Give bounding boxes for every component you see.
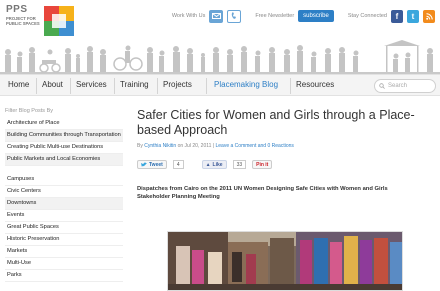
nav-divider	[290, 78, 291, 94]
sidebar-item-markets[interactable]: Markets	[5, 246, 123, 258]
byline-by: By	[137, 143, 143, 149]
like-label: Like	[212, 161, 223, 168]
logo-mark-icon	[44, 6, 74, 36]
site-header: PPS PROJECT FOR PUBLIC SPACES Work With …	[0, 0, 440, 74]
logo-subtitle: PROJECT FOR PUBLIC SPACES	[6, 16, 40, 26]
post-intro: Dispatches from Cairo on the 2011 UN Wom…	[137, 186, 388, 200]
sidebar-item-architecture-of-place[interactable]: Architecture of Place	[5, 118, 123, 130]
main-navigation: Home About Services Training Projects Pl…	[0, 74, 440, 96]
post-date: on Jul 20, 2011 |	[177, 143, 215, 149]
nav-placemaking-blog[interactable]: Placemaking Blog	[214, 80, 278, 89]
nav-services[interactable]: Services	[76, 80, 107, 89]
blog-post: Safer Cities for Women and Girls through…	[137, 108, 435, 291]
rss-icon[interactable]	[423, 9, 435, 23]
like-count: 33	[232, 160, 247, 169]
twitter-bird-icon	[141, 162, 147, 167]
work-with-us-label: Work With Us	[171, 13, 206, 19]
nav-training[interactable]: Training	[120, 80, 149, 89]
blog-filter-sidebar: Filter Blog Posts By Architecture of Pla…	[5, 108, 123, 282]
search-placeholder: Search	[388, 83, 408, 89]
subscribe-button[interactable]: subscribe	[298, 10, 334, 22]
nav-projects[interactable]: Projects	[163, 80, 192, 89]
sidebar-item-civic-centers[interactable]: Civic Centers	[5, 186, 123, 198]
tweet-button[interactable]: Tweet	[137, 160, 167, 169]
nav-divider	[36, 78, 37, 94]
sidebar-item-creating-public-destinations[interactable]: Creating Public Multi-use Destinations	[5, 142, 123, 154]
market-street-image	[168, 232, 402, 290]
twitter-icon[interactable]: t	[407, 9, 419, 23]
newsletter-label: Free Newsletter	[255, 13, 295, 19]
phone-icon[interactable]	[227, 9, 242, 23]
comments-link[interactable]: Leave a Comment and 0 Reactions	[216, 143, 294, 149]
sidebar-item-events[interactable]: Events	[5, 210, 123, 222]
sidebar-item-parks[interactable]: Parks	[5, 270, 123, 282]
search-icon	[379, 83, 385, 89]
pps-logo[interactable]: PPS PROJECT FOR PUBLIC SPACES	[6, 4, 76, 40]
nav-home[interactable]: Home	[8, 80, 29, 89]
nav-divider	[206, 78, 207, 94]
post-photo	[167, 231, 403, 291]
email-icon[interactable]	[209, 9, 224, 23]
people-silhouette-banner	[0, 40, 440, 74]
tweet-count: 4	[172, 160, 184, 169]
sidebar-item-building-communities[interactable]: Building Communities through Transportat…	[5, 130, 123, 142]
nav-divider	[157, 78, 158, 94]
post-title: Safer Cities for Women and Girls through…	[137, 108, 415, 137]
sidebar-item-great-public-spaces[interactable]: Great Public Spaces	[5, 222, 123, 234]
nav-about[interactable]: About	[42, 80, 63, 89]
thumbs-up-icon: ▲	[205, 161, 211, 168]
share-bar: Tweet 4 ▲ Like 33 Pin it	[137, 160, 435, 169]
stay-connected-label: Stay Connected	[347, 13, 387, 19]
sidebar-item-multi-use[interactable]: Multi-Use	[5, 258, 123, 270]
nav-resources[interactable]: Resources	[296, 80, 334, 89]
post-byline: By Cynthia Nikitin on Jul 20, 2011 | Lea…	[137, 143, 435, 149]
sidebar-item-downtowns[interactable]: Downtowns	[5, 198, 123, 210]
facebook-icon[interactable]: f	[391, 9, 403, 23]
sidebar-item-public-markets[interactable]: Public Markets and Local Economies	[5, 154, 123, 166]
logo-title: PPS	[6, 4, 28, 15]
sidebar-item-campuses[interactable]: Campuses	[5, 174, 123, 186]
sidebar-heading: Filter Blog Posts By	[5, 108, 53, 114]
header-utility-bar: Work With Us Free Newsletter subscribe S…	[172, 9, 435, 23]
sidebar-item-historic-preservation[interactable]: Historic Preservation	[5, 234, 123, 246]
facebook-like-button[interactable]: ▲ Like	[201, 160, 227, 169]
author-link[interactable]: Cynthia Nikitin	[144, 143, 176, 149]
nav-divider	[114, 78, 115, 94]
search-input[interactable]: Search	[374, 79, 436, 93]
nav-divider	[70, 78, 71, 94]
pin-it-button[interactable]: Pin it	[252, 160, 273, 169]
tweet-label: Tweet	[149, 161, 163, 168]
